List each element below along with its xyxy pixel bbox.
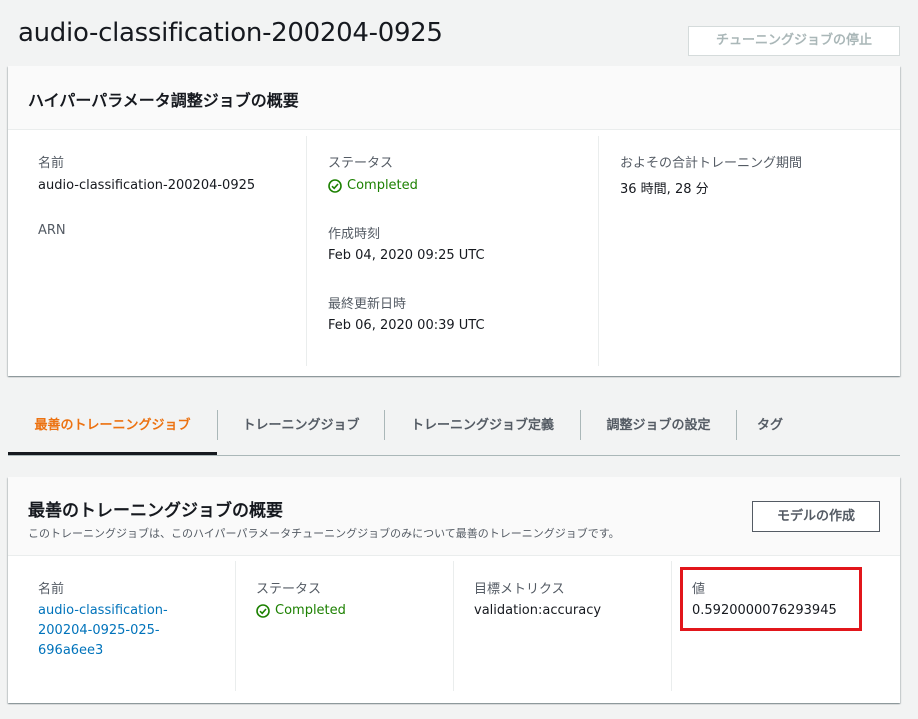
objective-metric-label: 目標メトリクス <box>474 582 565 597</box>
updated-label: 最終更新日時 <box>328 297 407 312</box>
duration-value: 36 時間, 28 分 <box>620 182 709 197</box>
summary-heading: ハイパーパラメータ調整ジョブの概要 <box>28 91 299 110</box>
name-value: audio-classification-200204-0925 <box>38 178 256 193</box>
tuning-job-summary-panel: ハイパーパラメータ調整ジョブの概要 名前 audio-classificatio… <box>8 66 900 376</box>
best-status-text: Completed <box>275 603 346 618</box>
tab-bar: 最善のトレーニングジョブ トレーニングジョブ トレーニングジョブ定義 調整ジョブ… <box>8 404 900 456</box>
check-circle-icon <box>328 178 342 193</box>
best-status-label: ステータス <box>256 582 322 597</box>
tab-training-jobs[interactable]: トレーニングジョブ <box>218 404 384 455</box>
tab-tags[interactable]: タグ <box>737 404 803 455</box>
status-value: Completed <box>328 178 418 193</box>
name-label: 名前 <box>38 156 65 171</box>
column-divider <box>453 561 454 691</box>
tab-tuning-job-settings[interactable]: 調整ジョブの設定 <box>581 404 736 455</box>
created-value: Feb 04, 2020 09:25 UTC <box>328 248 485 263</box>
updated-value: Feb 06, 2020 00:39 UTC <box>328 318 485 333</box>
arn-label: ARN <box>38 223 66 238</box>
best-status-value: Completed <box>256 603 346 618</box>
summary-panel-header: ハイパーパラメータ調整ジョブの概要 <box>8 66 900 130</box>
best-panel-header: 最善のトレーニングジョブの概要 このトレーニングジョブは、このハイパーパラメータ… <box>8 477 900 556</box>
best-name-label: 名前 <box>38 582 65 597</box>
tab-training-job-definitions[interactable]: トレーニングジョブ定義 <box>385 404 580 455</box>
create-model-button[interactable]: モデルの作成 <box>752 501 880 532</box>
check-circle-icon <box>256 603 270 618</box>
stop-tuning-job-button[interactable]: チューニングジョブの停止 <box>688 26 900 56</box>
tab-best-training-job[interactable]: 最善のトレーニングジョブ <box>8 404 217 455</box>
created-label: 作成時刻 <box>328 227 381 242</box>
best-job-link-line1[interactable]: audio-classification- <box>38 601 168 621</box>
status-label: ステータス <box>328 156 394 171</box>
duration-label: およその合計トレーニング期間 <box>620 156 803 171</box>
best-job-link-line2[interactable]: 200204-0925-025- <box>38 621 160 641</box>
column-divider <box>306 136 307 366</box>
column-divider <box>235 561 236 691</box>
column-divider <box>598 136 599 366</box>
status-text: Completed <box>347 178 418 193</box>
column-divider <box>671 561 672 691</box>
highlight-annotation-box <box>680 567 862 631</box>
best-job-link-line3[interactable]: 696a6ee3 <box>38 641 103 661</box>
page-title: audio-classification-200204-0925 <box>18 18 443 48</box>
objective-metric-value: validation:accuracy <box>474 603 602 618</box>
